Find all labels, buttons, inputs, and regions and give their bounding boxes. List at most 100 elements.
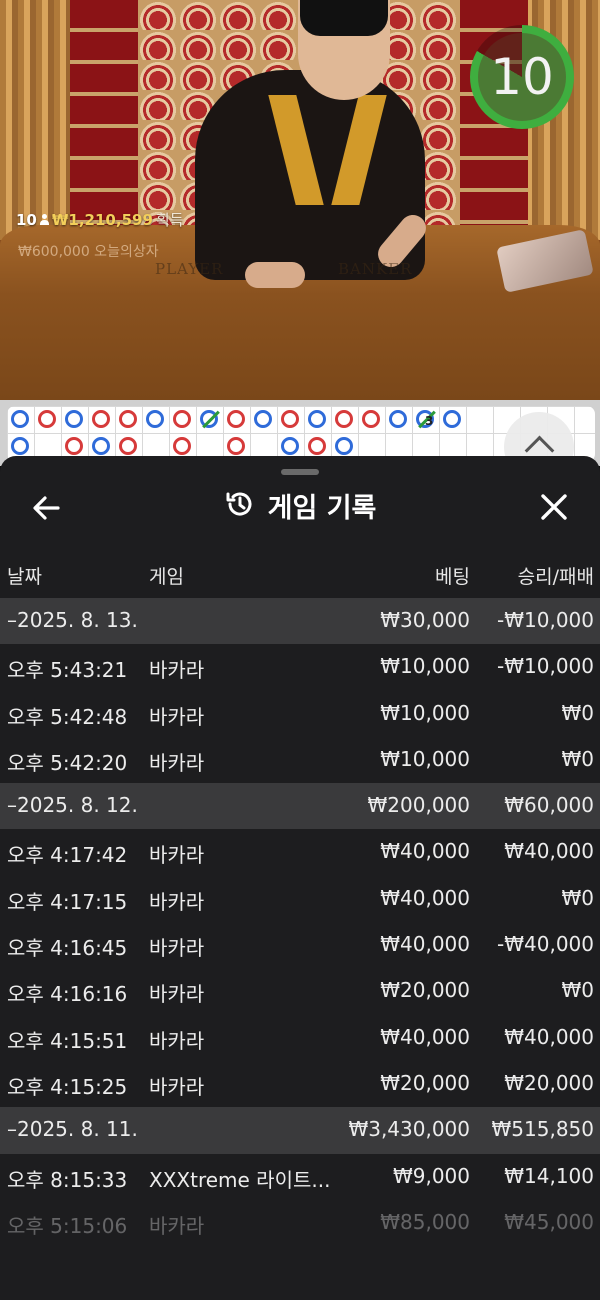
- history-row[interactable]: 오후 5:42:20 바카라 ₩10,000 ₩0: [0, 737, 600, 783]
- winners-banner: 10 ₩1,210,599 획득: [16, 209, 184, 230]
- history-row[interactable]: 오후 4:15:25 바카라 ₩20,000 ₩20,000: [0, 1061, 600, 1107]
- row-winloss: ₩0: [561, 746, 595, 771]
- date-group-row[interactable]: –2025. 8. 12. ₩200,000 ₩60,000: [0, 783, 600, 830]
- pillar-left: [70, 0, 138, 240]
- bead-player: [443, 410, 461, 428]
- sheet-title: 게임 기록: [267, 493, 377, 524]
- list-fade: [0, 1230, 600, 1300]
- row-winloss: -₩10,000: [497, 608, 594, 632]
- close-icon[interactable]: [534, 490, 574, 526]
- winners-count: 10: [16, 210, 37, 229]
- row-bet: ₩30,000: [380, 608, 470, 632]
- bead-tie: [200, 410, 220, 429]
- player-area-label: PLAYER: [155, 260, 224, 278]
- bead-player: [254, 410, 272, 428]
- bead-player: [11, 410, 29, 428]
- row-game: 바카라: [149, 936, 205, 961]
- row-game: 바카라: [149, 843, 205, 868]
- bead-banker: [335, 410, 353, 428]
- row-winloss: ₩0: [561, 885, 595, 910]
- bead-player: [146, 410, 164, 428]
- row-date: –2025. 8. 13.: [7, 608, 138, 632]
- bead-player: [92, 437, 110, 455]
- row-game: 바카라: [149, 1074, 205, 1099]
- dealer-hand: [245, 262, 305, 288]
- bead-banker: [173, 437, 191, 455]
- history-row[interactable]: 오후 5:42:48 바카라 ₩10,000 ₩0: [0, 691, 600, 737]
- tie-count-marker: 3: [425, 414, 434, 428]
- bead-banker: [119, 437, 137, 455]
- bead-player: [308, 410, 326, 428]
- row-game: XXXtreme 라이트...: [149, 1167, 331, 1192]
- date-group-row[interactable]: –2025. 8. 13. ₩30,000 -₩10,000: [0, 598, 600, 645]
- game-history-sheet: 게임 기록 날짜 게임 베팅 승리/패배 –2025. 8. 13. ₩30,00…: [0, 456, 600, 1300]
- bead-player: [389, 410, 407, 428]
- row-bet: ₩20,000: [380, 978, 470, 1003]
- history-icon: [224, 488, 256, 524]
- bead-banker: [92, 410, 110, 428]
- row-winloss: -₩40,000: [497, 932, 594, 957]
- row-bet: ₩40,000: [380, 1024, 470, 1049]
- column-date[interactable]: 날짜: [7, 562, 42, 589]
- history-row[interactable]: 오후 4:17:15 바카라 ₩40,000 ₩0: [0, 876, 600, 922]
- row-winloss: ₩40,000: [504, 1024, 594, 1049]
- curtain-left: [0, 0, 70, 240]
- row-date: 오후 4:16:16: [7, 982, 128, 1007]
- column-bet[interactable]: 베팅: [435, 562, 470, 589]
- row-date: 오후 8:15:33: [7, 1167, 128, 1192]
- sheet-header: 게임 기록: [0, 486, 600, 525]
- row-bet: ₩200,000: [367, 793, 470, 818]
- bead-player: [335, 437, 353, 455]
- row-winloss: ₩60,000: [504, 793, 594, 818]
- bead-banker: [173, 410, 191, 428]
- row-game: 바카라: [149, 658, 205, 683]
- row-game: 바카라: [149, 704, 205, 729]
- bead-banker: [38, 410, 56, 428]
- column-game[interactable]: 게임: [149, 562, 184, 589]
- row-date: 오후 4:16:45: [7, 936, 128, 961]
- row-bet: ₩40,000: [380, 932, 470, 957]
- column-winloss[interactable]: 승리/패배: [518, 562, 594, 589]
- row-bet: ₩9,000: [392, 1163, 470, 1188]
- history-row[interactable]: 오후 4:16:45 바카라 ₩40,000 -₩40,000: [0, 922, 600, 968]
- row-winloss: ₩14,100: [504, 1163, 594, 1188]
- row-winloss: ₩515,850: [491, 1117, 594, 1142]
- bead-player: [11, 437, 29, 455]
- dealer-hair: [300, 0, 388, 36]
- bead-player: [281, 437, 299, 455]
- bead-banker: [227, 437, 245, 455]
- winners-label: 획득: [155, 211, 184, 229]
- history-row[interactable]: 오후 8:15:33 XXXtreme 라이트... ₩9,000 ₩14,100: [0, 1154, 600, 1200]
- history-row[interactable]: 오후 4:17:42 바카라 ₩40,000 ₩40,000: [0, 829, 600, 875]
- bead-banker: [308, 437, 326, 455]
- bead-banker: [119, 410, 137, 428]
- drag-handle[interactable]: [281, 469, 319, 475]
- history-list: –2025. 8. 13. ₩30,000 -₩10,000 오후 5:43:21 바카…: [0, 598, 600, 1246]
- row-date: 오후 4:15:25: [7, 1074, 128, 1099]
- row-date: 오후 5:43:21: [7, 658, 128, 683]
- history-row[interactable]: 오후 5:43:21 바카라 ₩10,000 -₩10,000: [0, 644, 600, 690]
- row-bet: ₩40,000: [380, 885, 470, 910]
- history-row[interactable]: 오후 4:15:51 바카라 ₩40,000 ₩40,000: [0, 1015, 600, 1061]
- bead-banker: [281, 410, 299, 428]
- row-game: 바카라: [149, 750, 205, 775]
- bead-player: [65, 410, 83, 428]
- countdown-timer: 10: [470, 25, 574, 129]
- bead-banker: [65, 437, 83, 455]
- banker-area-label: BANKER: [338, 260, 413, 278]
- row-date: –2025. 8. 11.: [7, 1117, 138, 1142]
- row-date: 오후 4:15:51: [7, 1028, 128, 1053]
- row-bet: ₩10,000: [380, 700, 470, 725]
- row-winloss: ₩0: [561, 978, 595, 1003]
- live-video: PLAYER BANKER 10 10 ₩1,210,599 획득 ₩600,0…: [0, 0, 600, 400]
- row-date: 오후 5:42:48: [7, 704, 128, 729]
- row-bet: ₩40,000: [380, 839, 470, 864]
- row-bet: ₩3,430,000: [348, 1117, 470, 1142]
- date-group-row[interactable]: –2025. 8. 11. ₩3,430,000 ₩515,850: [0, 1107, 600, 1154]
- bead-banker: [362, 410, 380, 428]
- history-row[interactable]: 오후 4:16:16 바카라 ₩20,000 ₩0: [0, 968, 600, 1014]
- big-win-ticker: ₩600,000 오늘의상자: [18, 244, 159, 260]
- winners-amount: ₩1,210,599: [51, 210, 153, 229]
- row-date: 오후 5:42:20: [7, 750, 128, 775]
- row-date: –2025. 8. 12.: [7, 793, 138, 818]
